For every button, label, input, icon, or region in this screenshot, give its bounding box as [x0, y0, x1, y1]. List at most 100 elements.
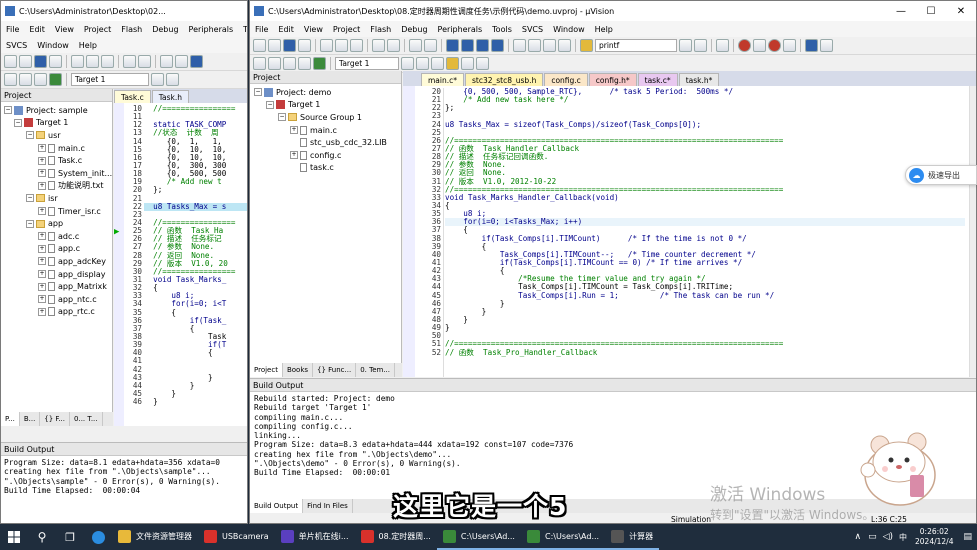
next-bookmark-icon[interactable]: [476, 39, 489, 52]
pane-tab[interactable]: Project: [250, 363, 283, 377]
manage-components-icon[interactable]: [166, 73, 179, 86]
find-next-icon[interactable]: [694, 39, 707, 52]
tree-project-root[interactable]: − Project: demo: [254, 86, 401, 99]
close-button[interactable]: ✕: [946, 6, 976, 17]
tree-file[interactable]: + main.c: [4, 142, 112, 155]
editor-tab[interactable]: config.c: [544, 73, 588, 86]
main-menu-flash[interactable]: Flash: [365, 25, 396, 34]
expand-toggle-icon[interactable]: −: [4, 106, 12, 115]
left-menu-svcs[interactable]: SVCS: [1, 41, 32, 50]
maximize-button[interactable]: ☐: [916, 6, 946, 17]
uncomment-icon[interactable]: [558, 39, 571, 52]
copy-icon[interactable]: [335, 39, 348, 52]
expand-toggle-icon[interactable]: +: [290, 151, 298, 160]
download-icon[interactable]: [49, 73, 62, 86]
main-menu-peripherals[interactable]: Peripherals: [433, 25, 488, 34]
main-menu-help[interactable]: Help: [590, 25, 618, 34]
edge-icon[interactable]: [84, 530, 112, 544]
save-all-icon[interactable]: [298, 39, 311, 52]
expand-toggle-icon[interactable]: +: [38, 156, 46, 165]
translate-icon[interactable]: [253, 57, 266, 70]
download-icon[interactable]: [313, 57, 326, 70]
main-menu-edit[interactable]: Edit: [273, 25, 299, 34]
left-menu-help[interactable]: Help: [74, 41, 102, 50]
tree-project-root[interactable]: − Project: sample: [4, 104, 112, 117]
expand-toggle-icon[interactable]: +: [38, 307, 46, 316]
main-menu-file[interactable]: File: [250, 25, 273, 34]
expand-toggle-icon[interactable]: −: [26, 194, 34, 203]
main-menu-view[interactable]: View: [299, 25, 328, 34]
prev-bookmark-icon[interactable]: [461, 39, 474, 52]
main-code-editor[interactable]: 20 21 22 23 24 25 26 27 28 29 30 31 32 33 34 35 36 37 38 39…: [403, 86, 976, 377]
expand-toggle-icon[interactable]: +: [38, 270, 46, 279]
left-code-editor[interactable]: 10 11 12 13 14 15 16 17 18 19 20 21 22 23 24 25 26 27 28 29…: [114, 103, 247, 426]
volume-icon[interactable]: ◁): [880, 532, 896, 542]
task-view-icon[interactable]: ❐: [56, 531, 84, 544]
start-icon[interactable]: [0, 524, 28, 550]
undo-icon[interactable]: [372, 39, 385, 52]
window-layout-icon[interactable]: [805, 39, 818, 52]
expand-toggle-icon[interactable]: +: [38, 244, 46, 253]
comment-icon[interactable]: [543, 39, 556, 52]
unindent-icon[interactable]: [528, 39, 541, 52]
left-menu-peripherals[interactable]: Peripherals: [184, 25, 239, 34]
tree-group[interactable]: − isr: [4, 192, 112, 205]
main-editor-scrollbar[interactable]: [969, 86, 976, 377]
insert-bookmark-icon[interactable]: [446, 39, 459, 52]
pane-tab[interactable]: P...: [1, 412, 20, 426]
search-icon[interactable]: ⚲: [28, 530, 56, 544]
save-icon[interactable]: [34, 55, 47, 68]
main-menu-project[interactable]: Project: [328, 25, 365, 34]
find-in-files-icon[interactable]: [580, 39, 593, 52]
network-icon[interactable]: ▭: [865, 532, 880, 542]
pane-tab[interactable]: {} F...: [40, 412, 71, 426]
pane-tab[interactable]: B...: [20, 412, 41, 426]
expand-toggle-icon[interactable]: −: [14, 118, 22, 127]
tree-file[interactable]: + config.c: [254, 149, 401, 162]
pane-tab[interactable]: Find In Files: [303, 499, 353, 513]
tree-group[interactable]: − app: [4, 217, 112, 230]
tree-file[interactable]: + 功能说明.txt: [4, 180, 112, 193]
left-menu-flash[interactable]: Flash: [116, 25, 147, 34]
taskbar-app[interactable]: USBcamera: [198, 524, 275, 550]
floating-side-widget[interactable]: ☁ 极速导出: [905, 165, 977, 185]
nav-forward-icon[interactable]: [424, 39, 437, 52]
pane-tab[interactable]: 0... T...: [70, 412, 103, 426]
minimize-button[interactable]: —: [886, 6, 916, 17]
tree-group[interactable]: − usr: [4, 129, 112, 142]
tree-target[interactable]: − Target 1: [4, 117, 112, 130]
find-combo[interactable]: printf: [595, 39, 677, 52]
expand-toggle-icon[interactable]: +: [290, 126, 298, 135]
cut-icon[interactable]: [71, 55, 84, 68]
tree-file[interactable]: + app.c: [4, 243, 112, 256]
configure-icon[interactable]: [820, 39, 833, 52]
tree-file[interactable]: + app_Matrixk: [4, 280, 112, 293]
tree-file[interactable]: stc_usb_cdc_32.LIB: [254, 136, 401, 149]
tree-file[interactable]: + app_adcKey: [4, 255, 112, 268]
expand-toggle-icon[interactable]: −: [26, 219, 34, 228]
left-target-select[interactable]: Target 1: [71, 73, 149, 86]
expand-toggle-icon[interactable]: +: [38, 257, 46, 266]
redo-icon[interactable]: [138, 55, 151, 68]
select-packs-icon[interactable]: [431, 57, 444, 70]
main-menu-tools[interactable]: Tools: [487, 25, 517, 34]
build-icon[interactable]: [268, 57, 281, 70]
cut-icon[interactable]: [320, 39, 333, 52]
expand-toggle-icon[interactable]: +: [38, 282, 46, 291]
pane-tab[interactable]: {} Func...: [313, 363, 357, 377]
manage-components-icon[interactable]: [416, 57, 429, 70]
tree-file[interactable]: + adc.c: [4, 230, 112, 243]
target-options-icon[interactable]: [401, 57, 414, 70]
main-target-select[interactable]: Target 1: [335, 57, 399, 70]
breakpoint-icon[interactable]: [753, 39, 766, 52]
tree-file[interactable]: + app_ntc.c: [4, 293, 112, 306]
tree-file[interactable]: + System_init...: [4, 167, 112, 180]
left-title-bar[interactable]: C:\Users\Administrator\Desktop\02...: [1, 1, 247, 21]
copy-icon[interactable]: [86, 55, 99, 68]
packs-icon[interactable]: [461, 57, 474, 70]
pane-tab[interactable]: 0. Tem...: [356, 363, 396, 377]
notification-icon[interactable]: ▤: [958, 532, 977, 542]
tray-chevron-icon[interactable]: ∧: [850, 532, 865, 542]
new-file-icon[interactable]: [4, 55, 17, 68]
new-file-icon[interactable]: [253, 39, 266, 52]
